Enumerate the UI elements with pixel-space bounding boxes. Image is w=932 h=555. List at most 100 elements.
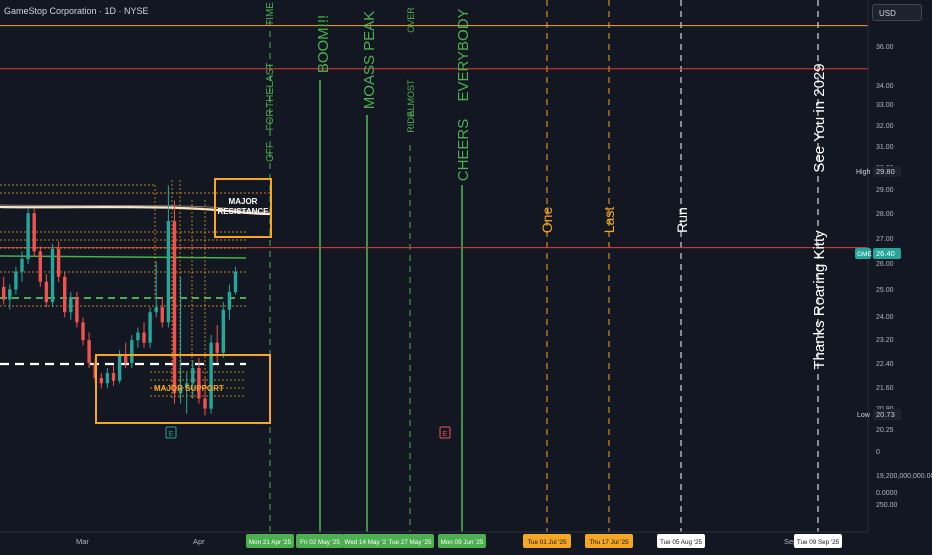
svg-text:Tue 01 Jul '25: Tue 01 Jul '25 (527, 539, 567, 546)
candle-body (130, 340, 134, 363)
vtext-moass-peak: MOASS PEAK (361, 11, 378, 109)
vtext-everybody: EVERYBODY (455, 8, 472, 101)
candle (32, 208, 36, 257)
candle-body (166, 220, 171, 323)
price-tick-label: 25.00 (876, 287, 894, 294)
candle-body (87, 340, 91, 363)
current-price-label: GME 26.40 (855, 248, 901, 259)
vtext-see-you-2029: See You in 2029 (811, 63, 828, 172)
candle (221, 302, 225, 358)
candle-body (44, 281, 49, 303)
svg-text:E: E (169, 431, 174, 438)
candle-body (221, 309, 225, 353)
svg-text:26.40: 26.40 (876, 249, 895, 258)
candle (26, 208, 30, 265)
currency-selector[interactable]: USD (872, 4, 922, 21)
price-tick-label: 0.0000 (876, 490, 898, 497)
date-marker-label: Fri 02 May '25 (296, 534, 344, 548)
candle-body (81, 322, 85, 341)
svg-text:Wed 14 May '25: Wed 14 May '25 (344, 539, 390, 546)
candle-body (111, 373, 116, 381)
candle (209, 335, 213, 414)
vtext-last: LAST (265, 62, 276, 87)
candle-body (75, 297, 79, 323)
svg-text:High: High (856, 169, 871, 176)
candle-body (172, 220, 177, 394)
candle-body (191, 368, 195, 384)
candle-body (215, 342, 219, 353)
candle-body (209, 342, 213, 409)
candle-body (8, 289, 12, 300)
candle-body (56, 248, 61, 277)
price-tick-label: 36.00 (876, 44, 894, 51)
candle-body (99, 378, 103, 384)
candle-body (124, 355, 128, 363)
svg-text:Low: Low (857, 412, 871, 419)
candle-body (63, 276, 67, 313)
price-tick-label: 0 (876, 449, 880, 456)
price-tick-label: 28.00 (876, 211, 894, 218)
vtext-almost: ALMOST (406, 79, 416, 117)
svg-text:Tue 05 Aug '25: Tue 05 Aug '25 (660, 539, 702, 546)
symbol-title[interactable]: GameStop Corporation · 1D · NYSE (4, 6, 149, 16)
svg-text:Thu 17 Jul '25: Thu 17 Jul '25 (589, 539, 629, 546)
vtext-ride: RIDE (406, 111, 416, 133)
candle-body (117, 355, 122, 381)
svg-text:Tue 09 Sep '25: Tue 09 Sep '25 (797, 539, 840, 546)
candle-body (227, 291, 232, 310)
vtext-one: One (539, 207, 555, 234)
candle (172, 200, 177, 404)
vtext-last-orange: Last (601, 207, 617, 234)
svg-text:Fri 02 May '25: Fri 02 May '25 (300, 539, 340, 546)
price-tick-label: 20.25 (876, 427, 894, 434)
price-tick-label: 33.00 (876, 102, 894, 109)
vtext-for: FOR (265, 109, 276, 130)
candle-body (26, 213, 30, 259)
candle-body (160, 307, 164, 323)
price-tick-label: 29.00 (876, 187, 894, 194)
candle-body (154, 307, 158, 313)
candle (50, 243, 55, 308)
candle (38, 246, 42, 287)
candle (148, 307, 152, 348)
price-tick-label: 21.60 (876, 385, 894, 392)
date-marker-label: Tue 09 Sep '25 (794, 534, 842, 548)
price-tick-label: 32.00 (876, 123, 894, 130)
candle-body (136, 332, 140, 341)
price-tick-label: 31.00 (876, 144, 894, 151)
price-tick-label: 22.40 (876, 361, 894, 368)
svg-text:Tue 27 May '25: Tue 27 May '25 (389, 539, 432, 546)
candle (63, 271, 67, 318)
svg-text:Mon 21 Apr '25: Mon 21 Apr '25 (249, 539, 292, 546)
svg-text:29.80: 29.80 (876, 167, 895, 176)
date-marker-label: Tue 27 May '25 (386, 534, 434, 548)
vtext-thanks-roaring-kitty: Thanks Roaring Kitty (811, 230, 828, 370)
date-marker-label: Tue 05 Aug '25 (657, 534, 705, 548)
date-marker-label: Thu 17 Jul '25 (585, 534, 633, 548)
price-tick-label: 23.20 (876, 337, 894, 344)
svg-text:20.73: 20.73 (876, 410, 895, 419)
candle-body (2, 286, 6, 300)
vtext-boom: BOOM!!! (315, 15, 332, 73)
candle-body (148, 312, 152, 343)
candle-body (50, 248, 55, 303)
price-tick-label: 19,200,000,000.00 (876, 473, 932, 480)
major-support-label: MAJOR SUPPORT (154, 384, 224, 393)
date-marker-label: Mon 21 Apr '25 (246, 534, 294, 548)
svg-text:E: E (443, 431, 448, 438)
chart-svg[interactable]: MAJOR RESISTANCE MAJOR SUPPORT E E LAST T… (0, 0, 932, 550)
date-marker-label: Tue 01 Jul '25 (523, 534, 571, 548)
month-label-mar: Mar (76, 537, 89, 546)
candle-body (32, 213, 36, 252)
vtext-off: OFF (265, 142, 276, 162)
svg-text:Mon 09 Jun '25: Mon 09 Jun '25 (441, 539, 484, 546)
vtext-run: Run (674, 207, 690, 233)
chart-area[interactable]: MAJOR RESISTANCE MAJOR SUPPORT E E LAST T… (0, 0, 932, 550)
candle-body (69, 297, 73, 313)
candle-body (20, 258, 24, 272)
vtext-over: OVER (406, 7, 416, 33)
candle-body (105, 373, 110, 384)
candle-body (14, 271, 18, 290)
month-label-apr: Apr (193, 537, 205, 546)
date-marker-label: Wed 14 May '25 (343, 534, 391, 548)
